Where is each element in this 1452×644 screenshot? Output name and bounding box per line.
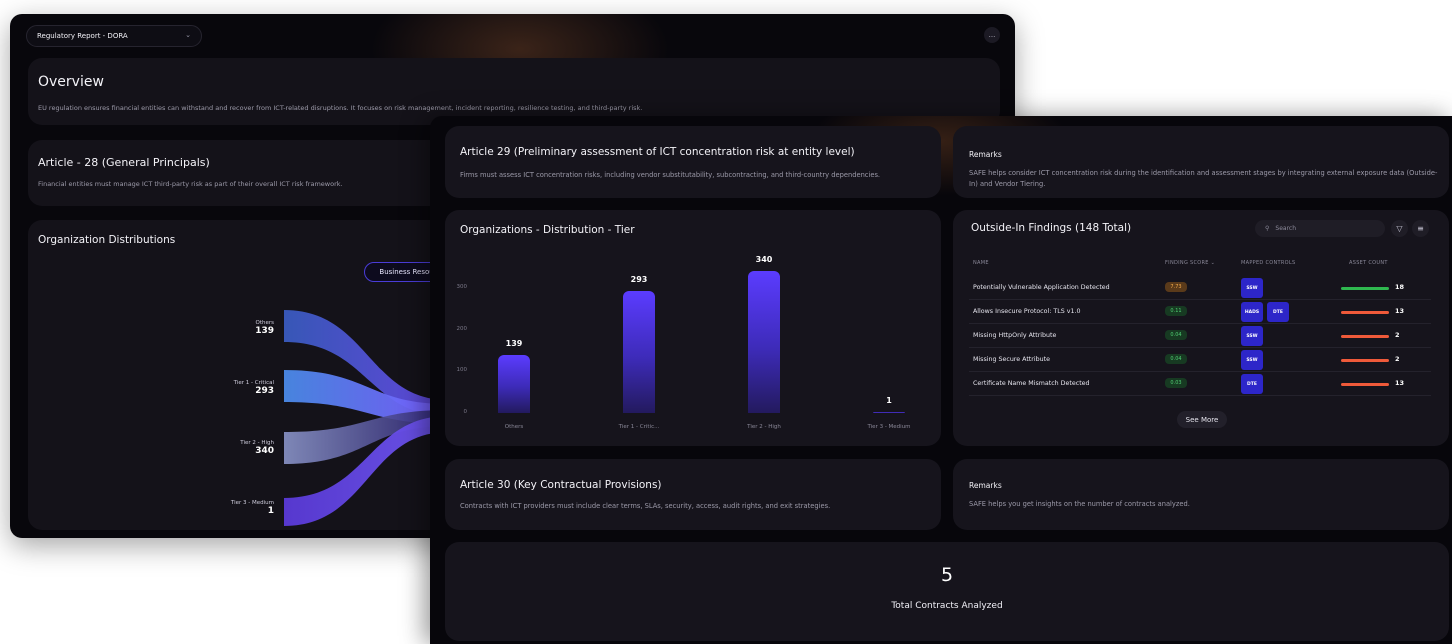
- finding-name: Missing Secure Attribute: [973, 356, 1050, 363]
- sankey-node-tier1: Tier 1 - Critical 293: [154, 380, 274, 396]
- bar-value-label: 1: [886, 396, 892, 405]
- tier-bar-chart: 0 100 200 300 139 Others 293 Tier 1 - Critic...…: [445, 210, 941, 446]
- findings-table-row[interactable]: Missing HttpOnly Attribute 0.04 SSW 2: [969, 324, 1431, 348]
- sankey-node-tier2: Tier 2 - High 340: [154, 440, 274, 456]
- article29-description: Firms must assess ICT concentration risk…: [460, 171, 881, 179]
- remarks-card-1: Remarks SAFE helps consider ICT concentr…: [953, 126, 1449, 198]
- mapped-control-chip[interactable]: SSW: [1241, 326, 1263, 346]
- column-header-name: NAME: [973, 260, 989, 266]
- column-header-finding-score[interactable]: FINDING SCORE ⌄: [1165, 260, 1215, 266]
- overview-card: Overview EU regulation ensures financial…: [28, 58, 1000, 125]
- chevron-down-icon: ⌄: [185, 31, 191, 39]
- article30-title: Article 30 (Key Contractual Provisions): [460, 479, 662, 491]
- finding-name: Missing HttpOnly Attribute: [973, 332, 1057, 339]
- asset-count-bar: [1341, 311, 1389, 314]
- findings-table-row[interactable]: Allows Insecure Protocol: TLS v1.0 0.11 HA…: [969, 300, 1431, 324]
- remarks1-title: Remarks: [969, 150, 1002, 159]
- see-more-button[interactable]: See More: [1177, 411, 1227, 428]
- total-contracts-label: Total Contracts Analyzed: [891, 601, 1003, 611]
- dora-report-window-front: Article 29 (Preliminary assessment of IC…: [430, 116, 1452, 644]
- asset-count-value: 18: [1395, 283, 1405, 291]
- findings-table-row[interactable]: Certificate Name Mismatch Detected 0.03 DT…: [969, 372, 1431, 396]
- mapped-control-chip[interactable]: SSW: [1241, 278, 1263, 298]
- sankey-node-value: 1: [267, 506, 274, 516]
- article28-description: Financial entities must manage ICT third…: [38, 180, 343, 188]
- sankey-node-value: 340: [255, 446, 274, 456]
- sankey-node-others: Others 139: [154, 320, 274, 336]
- x-tick-label: Others: [504, 424, 524, 430]
- remarks2-title: Remarks: [969, 481, 1002, 490]
- column-header-mapped-controls: MAPPED CONTROLS: [1241, 260, 1296, 266]
- finding-name: Potentially Vulnerable Application Detec…: [973, 284, 1110, 291]
- y-tick-label: 0: [463, 409, 468, 415]
- filter-icon[interactable]: ▽: [1391, 220, 1408, 237]
- sankey-node-value: 293: [255, 386, 274, 396]
- findings-search-input[interactable]: ⚲ Search: [1255, 220, 1385, 237]
- search-icon: ⚲: [1265, 225, 1270, 232]
- finding-score-badge: 0.03: [1165, 378, 1187, 388]
- overview-description: EU regulation ensures financial entities…: [38, 104, 643, 112]
- x-tick-label: Tier 3 - Medium: [867, 424, 911, 430]
- overview-title: Overview: [38, 74, 104, 90]
- column-header-asset-count: ASSET COUNT: [1349, 260, 1388, 266]
- asset-count-bar: [1341, 287, 1389, 290]
- x-tick-label: Tier 2 - High: [747, 424, 781, 430]
- article29-card: Article 29 (Preliminary assessment of IC…: [445, 126, 941, 198]
- finding-score-badge: 7.73: [1165, 282, 1187, 292]
- asset-count-bar: [1341, 335, 1389, 338]
- article30-description: Contracts with ICT providers must includ…: [460, 502, 831, 510]
- finding-score-badge: 0.04: [1165, 354, 1187, 364]
- asset-count-value: 13: [1395, 379, 1405, 387]
- y-tick-label: 200: [456, 325, 468, 332]
- article29-title: Article 29 (Preliminary assessment of IC…: [460, 146, 855, 158]
- mapped-control-chip[interactable]: SSW: [1241, 350, 1263, 370]
- contracts-summary-card: 5 Total Contracts Analyzed: [445, 542, 1449, 641]
- mapped-control-chip[interactable]: DTE: [1267, 302, 1289, 322]
- finding-name: Certificate Name Mismatch Detected: [973, 380, 1090, 387]
- article28-title: Article - 28 (General Principals): [38, 156, 210, 169]
- tier-distribution-chart-card: Organizations - Distribution - Tier 0 100…: [445, 210, 941, 446]
- asset-count-value: 2: [1395, 331, 1400, 339]
- report-selector-dropdown[interactable]: Regulatory Report - DORA ⌄: [26, 25, 202, 47]
- asset-count-bar: [1341, 383, 1389, 386]
- x-tick-label: Tier 1 - Critic...: [618, 424, 660, 430]
- findings-table-row[interactable]: Potentially Vulnerable Application Detec…: [969, 276, 1431, 300]
- bar-value-label: 340: [755, 255, 773, 265]
- bar-value-label: 139: [505, 339, 523, 349]
- chart-bar[interactable]: [623, 290, 655, 413]
- finding-score-badge: 0.11: [1165, 306, 1187, 316]
- asset-count-bar: [1341, 359, 1389, 362]
- bar-value-label: 293: [630, 274, 648, 284]
- sankey-flow-tier2: [284, 410, 448, 464]
- asset-count-value: 13: [1395, 307, 1405, 315]
- sankey-node-value: 139: [255, 326, 274, 336]
- findings-table-row[interactable]: Missing Secure Attribute 0.04 SSW 2: [969, 348, 1431, 372]
- sliders-icon[interactable]: ≡: [1412, 220, 1429, 237]
- search-placeholder: Search: [1275, 225, 1297, 232]
- findings-title: Outside-In Findings (148 Total): [971, 222, 1132, 234]
- y-tick-label: 300: [456, 283, 468, 290]
- mapped-control-chip[interactable]: DTE: [1241, 374, 1263, 394]
- finding-score-badge: 0.04: [1165, 330, 1187, 340]
- chart-bar[interactable]: [748, 271, 780, 413]
- asset-count-value: 2: [1395, 355, 1400, 363]
- chart-bar[interactable]: [498, 355, 530, 413]
- total-contracts-value: 5: [940, 564, 954, 586]
- mapped-control-chip[interactable]: HADS: [1241, 302, 1263, 322]
- remarks-card-2: Remarks SAFE helps you get insights on t…: [953, 459, 1449, 530]
- sankey-node-tier3: Tier 3 - Medium 1: [154, 500, 274, 516]
- report-selector-label: Regulatory Report - DORA: [37, 32, 128, 40]
- remarks1-description: SAFE helps consider ICT concentration ri…: [969, 169, 1438, 188]
- finding-name: Allows Insecure Protocol: TLS v1.0: [973, 308, 1081, 315]
- remarks2-description: SAFE helps you get insights on the numbe…: [969, 500, 1190, 508]
- y-tick-label: 100: [456, 367, 468, 374]
- outside-in-findings-card: Outside-In Findings (148 Total) ⚲ Search…: [953, 210, 1449, 446]
- more-options-button[interactable]: ...: [984, 27, 1000, 43]
- article30-card: Article 30 (Key Contractual Provisions) …: [445, 459, 941, 530]
- chart-bar[interactable]: [873, 412, 905, 413]
